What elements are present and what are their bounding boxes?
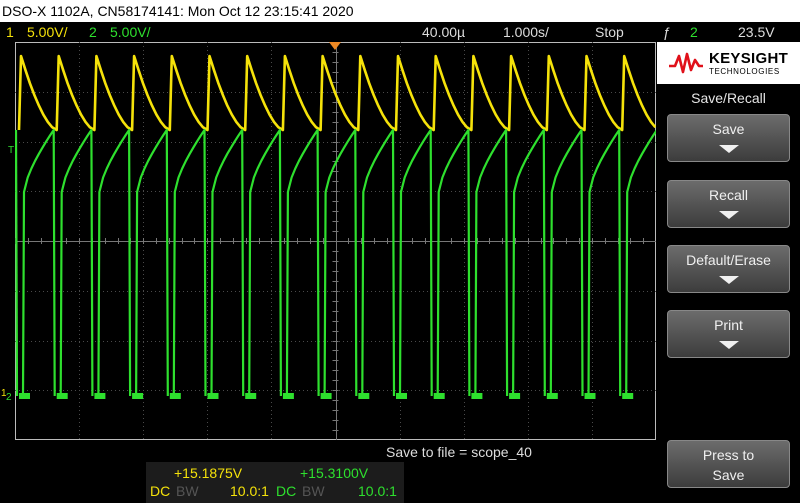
ch2-trace-segment xyxy=(586,128,622,398)
menu-title: Save/Recall xyxy=(691,90,766,106)
ch2-ground-pulse xyxy=(169,393,181,399)
timebase[interactable]: 1.000s/ xyxy=(503,22,549,42)
trigger-level[interactable]: 23.5V xyxy=(738,22,775,42)
submenu-arrow-icon xyxy=(718,276,739,284)
ch2-ground-pulse xyxy=(584,393,596,399)
ch2-trace-segment xyxy=(548,128,584,398)
ch2-trace-segment xyxy=(21,128,56,398)
trigger-source[interactable]: 2 xyxy=(690,22,698,42)
ch1-bw-limit: BW xyxy=(176,483,199,499)
ch2-trace-segment xyxy=(360,128,396,398)
ch2-ground-pulse xyxy=(56,393,68,399)
ch2-trace-segment xyxy=(322,128,358,398)
ch2-ground-pulse xyxy=(282,393,294,399)
ch2-trace-segment xyxy=(473,128,509,398)
brand-subtitle: TECHNOLOGIES xyxy=(709,67,780,76)
waveform-display[interactable] xyxy=(15,42,656,440)
ch1-number[interactable]: 1 xyxy=(6,22,14,42)
print-softkey[interactable]: Print xyxy=(667,310,790,358)
channel-readout-bar: +15.1875V +15.3100V DC BW 10.0:1 DC BW 1… xyxy=(146,462,404,503)
ch2-number[interactable]: 2 xyxy=(89,22,97,42)
ch2-trace-segment xyxy=(58,128,94,398)
ch2-trace-segment xyxy=(247,128,282,398)
ch2-ground-pulse xyxy=(396,393,407,399)
ch2-ground-pulse xyxy=(19,393,30,399)
ch2-trace-segment xyxy=(209,128,245,398)
ch2-ground-pulse xyxy=(320,393,332,399)
save-message: Save to file = scope_40 xyxy=(386,444,532,460)
ch2-trace-segment xyxy=(398,128,433,398)
ch2-ground-pulse xyxy=(622,393,634,399)
ch2-trace-segment xyxy=(284,128,320,398)
save-softkey-label: Save xyxy=(712,121,745,137)
ch2-ground-pulse xyxy=(471,393,483,399)
ch1-probe: 10.0:1 xyxy=(230,483,269,499)
ch2-trace-segment xyxy=(511,128,546,398)
ch2-ground-pulse xyxy=(358,393,370,399)
ch2-ground-pulse xyxy=(94,393,106,399)
ch2-trace-segment xyxy=(171,128,207,398)
brand-name: KEYSIGHT xyxy=(709,50,789,67)
waveform-graticule xyxy=(15,42,656,440)
ch2-ground-pulse xyxy=(546,393,558,399)
ch2-ground-marker[interactable]: 2 xyxy=(6,393,12,403)
softkey-panel: KEYSIGHT TECHNOLOGIES Save/Recall Save R… xyxy=(657,42,800,503)
press-to-save-softkey[interactable]: Press to Save xyxy=(667,440,790,488)
ch1-coupling: DC xyxy=(150,483,171,499)
horizontal-delay[interactable]: 40.00µ xyxy=(422,22,465,42)
ch2-ground-pulse xyxy=(132,393,144,399)
trigger-position-marker[interactable] xyxy=(329,42,341,50)
recall-softkey[interactable]: Recall xyxy=(667,180,790,228)
ch2-ground-pulse xyxy=(207,393,219,399)
default-erase-softkey-label: Default/Erase xyxy=(686,252,771,268)
run-state[interactable]: Stop xyxy=(595,22,624,42)
status-bar: 1 5.00V/ 2 5.00V/ 40.00µ 1.000s/ Stop ƒ … xyxy=(0,22,800,42)
title-bar: DSO-X 1102A, CN58174141: Mon Oct 12 23:1… xyxy=(0,0,800,22)
message-bar: Save to file = scope_40 xyxy=(0,442,656,462)
ch2-ground-pulse xyxy=(433,393,445,399)
window-title: DSO-X 1102A, CN58174141: Mon Oct 12 23:1… xyxy=(2,3,354,19)
ch2-trace-segment xyxy=(134,128,169,398)
press-to-label: Press to xyxy=(702,447,755,463)
ch2-trace-segment xyxy=(15,129,19,397)
default-erase-softkey[interactable]: Default/Erase xyxy=(667,245,790,293)
trigger-edge-icon: ƒ xyxy=(663,24,671,40)
trigger-level-marker[interactable]: T xyxy=(8,146,14,156)
keysight-logo: KEYSIGHT TECHNOLOGIES xyxy=(657,42,800,84)
recall-softkey-label: Recall xyxy=(709,187,748,203)
ch2-probe: 10.0:1 xyxy=(358,483,397,499)
ch1-scale[interactable]: 5.00V/ xyxy=(27,22,67,42)
ch2-trace-segment xyxy=(96,128,132,398)
press-action-label: Save xyxy=(712,467,745,483)
keysight-wave-icon xyxy=(669,52,703,74)
ch2-bw-limit: BW xyxy=(302,483,325,499)
ch1-value: +15.1875V xyxy=(174,465,243,481)
submenu-arrow-icon xyxy=(718,211,739,219)
save-softkey[interactable]: Save xyxy=(667,114,790,162)
ch2-scale[interactable]: 5.00V/ xyxy=(110,22,150,42)
ch2-ground-pulse xyxy=(245,393,257,399)
ch2-coupling: DC xyxy=(276,483,297,499)
submenu-arrow-icon xyxy=(718,341,739,349)
submenu-arrow-icon xyxy=(718,145,739,153)
ch2-trace-segment xyxy=(624,129,656,398)
print-softkey-label: Print xyxy=(714,317,743,333)
ch2-value: +15.3100V xyxy=(300,465,369,481)
ch2-ground-pulse xyxy=(509,393,521,399)
